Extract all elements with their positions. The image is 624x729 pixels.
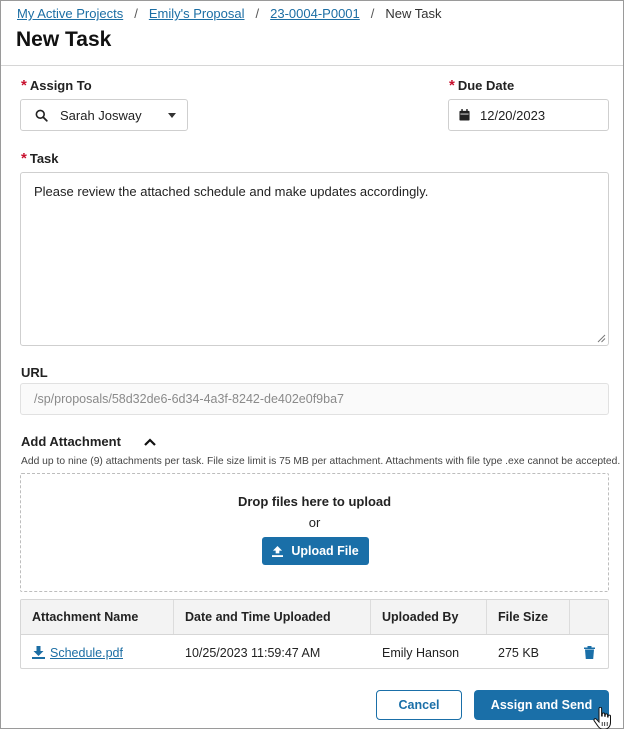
dropzone-or: or — [308, 515, 321, 530]
download-icon — [32, 646, 45, 659]
column-header-actions — [570, 600, 608, 634]
task-value: Please review the attached schedule and … — [34, 184, 429, 199]
due-date-label: * Due Date — [449, 77, 515, 94]
attachment-name-cell: Schedule.pdf — [21, 635, 174, 668]
url-field: /sp/proposals/58d32de6-6d34-4a3f-8242-de… — [20, 383, 609, 415]
required-marker: * — [21, 77, 27, 94]
task-textarea[interactable]: Please review the attached schedule and … — [20, 172, 609, 346]
url-label: URL — [21, 365, 48, 380]
attachment-date-cell: 10/25/2023 11:59:47 AM — [185, 645, 321, 660]
chevron-up-icon[interactable] — [143, 437, 157, 447]
required-marker: * — [21, 150, 27, 167]
upload-icon — [272, 545, 284, 557]
attachment-download-link[interactable]: Schedule.pdf — [32, 646, 123, 660]
search-icon — [35, 109, 48, 122]
file-dropzone[interactable]: Drop files here to upload or Upload File — [20, 473, 609, 592]
column-header-attachment-name: Attachment Name — [21, 600, 174, 634]
trash-icon[interactable] — [583, 646, 595, 659]
attachment-size-cell: 275 KB — [498, 645, 540, 660]
table-header-row: Attachment Name Date and Time Uploaded U… — [21, 600, 608, 635]
assign-and-send-button[interactable]: Assign and Send — [474, 690, 609, 720]
required-marker: * — [449, 77, 455, 94]
breadcrumb: My Active Projects / Emily's Proposal / … — [17, 6, 442, 21]
cancel-button[interactable]: Cancel — [376, 690, 462, 720]
breadcrumb-link-project-number[interactable]: 23-0004-P0001 — [270, 6, 360, 21]
column-header-file-size: File Size — [487, 600, 570, 634]
chevron-down-icon — [168, 113, 176, 118]
assign-to-value: Sarah Josway — [60, 107, 142, 123]
calendar-icon — [459, 109, 470, 121]
add-attachment-header: Add Attachment — [21, 434, 157, 449]
breadcrumb-link-proposal[interactable]: Emily's Proposal — [149, 6, 245, 21]
attachments-table: Attachment Name Date and Time Uploaded U… — [20, 599, 609, 669]
add-attachment-label: Add Attachment — [21, 434, 121, 449]
breadcrumb-link-active-projects[interactable]: My Active Projects — [17, 6, 123, 21]
upload-file-button[interactable]: Upload File — [262, 537, 369, 565]
attachment-hint: Add up to nine (9) attachments per task.… — [21, 456, 621, 467]
breadcrumb-separator: / — [134, 6, 138, 21]
attachment-uploader-cell: Emily Hanson — [382, 645, 460, 660]
attachment-actions-cell — [570, 635, 608, 668]
upload-file-label: Upload File — [291, 544, 359, 558]
assign-to-label: * Assign To — [21, 77, 92, 94]
due-date-value: 12/20/2023 — [480, 107, 546, 123]
breadcrumb-current: New Task — [385, 6, 442, 21]
resize-handle-icon[interactable] — [596, 333, 606, 343]
table-row: Schedule.pdf 10/25/2023 11:59:47 AM Emil… — [21, 635, 608, 668]
header-divider — [1, 65, 623, 66]
column-header-uploaded-by: Uploaded By — [371, 600, 487, 634]
assign-to-select[interactable]: Sarah Josway — [20, 99, 188, 131]
task-label: * Task — [21, 150, 59, 167]
column-header-date-uploaded: Date and Time Uploaded — [174, 600, 371, 634]
page-title: New Task — [16, 28, 112, 51]
due-date-input[interactable]: 12/20/2023 — [448, 99, 609, 131]
attachment-filename: Schedule.pdf — [50, 645, 123, 660]
hand-cursor-icon — [593, 707, 611, 729]
breadcrumb-separator: / — [255, 6, 260, 21]
dropzone-title: Drop files here to upload — [237, 494, 392, 509]
breadcrumb-separator: / — [370, 6, 375, 21]
